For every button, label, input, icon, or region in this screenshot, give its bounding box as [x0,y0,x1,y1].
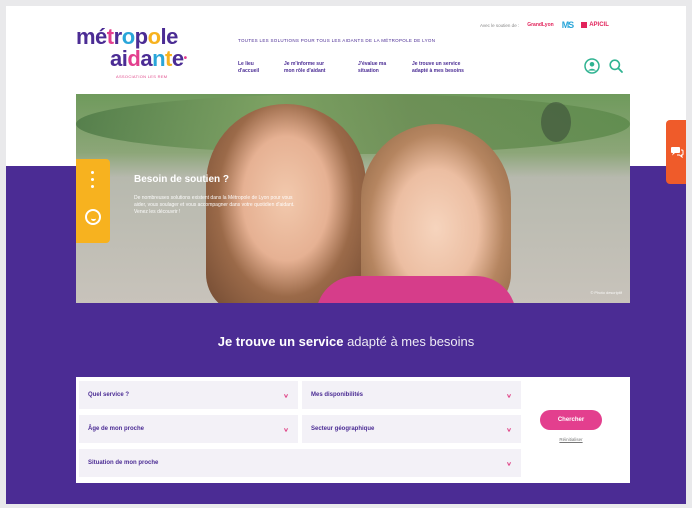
reset-link[interactable]: Réinitialiser [540,437,602,442]
relative-situation-select[interactable]: Situation de mon proche ∨ [78,448,522,478]
partners-bar: Avec le soutien de : GrandLyon MS APICIL [480,18,609,32]
nav-item-trouve-service[interactable]: Je trouve un service adapté à mes besoin… [412,61,464,75]
chevron-down-icon: ∨ [283,391,289,399]
browser-screen: métropole aidante• ASSOCIATION LES REM T… [6,6,686,504]
user-icon[interactable] [584,58,600,74]
site-tagline: TOUTES LES SOLUTIONS POUR TOUS LES AIDAN… [238,38,436,43]
search-icon[interactable] [608,58,624,74]
section-title-light: adapté à mes besoins [347,334,475,349]
site-logo[interactable]: métropole aidante• ASSOCIATION LES REM [76,24,187,80]
partners-label: Avec le soutien de : [480,22,520,28]
relative-situation-select-label: Situation de mon proche [88,460,159,466]
relative-age-select[interactable]: Âge de mon proche ∨ [78,414,299,444]
nav-item-role-aidant[interactable]: Je m'informe sur mon rôle d'aidant [284,61,336,75]
partner-logo-apicil[interactable]: APICIL [581,22,609,28]
header-icons [584,58,624,74]
chat-bubble-icon [671,147,684,158]
service-select-label: Quel service ? [88,392,130,398]
slider-dots-icon[interactable] [91,171,94,188]
nav-item-lieu-accueil[interactable]: Le lieu d'accueil [238,61,262,75]
geographic-sector-select[interactable]: Secteur géographique ∨ [301,414,522,444]
geographic-sector-select-label: Secteur géographique [311,426,375,432]
hero-photo-shirt [316,276,516,303]
main-nav: Le lieu d'accueil Je m'informe sur mon r… [238,61,464,75]
hero-text-block: Besoin de soutien ? De nombreuses soluti… [134,174,304,216]
service-search-form: Quel service ? ∨ Mes disponibilités ∨ Âg… [76,377,630,483]
hero-title: Besoin de soutien ? [134,174,230,185]
partner-logo-grandlyon[interactable]: GrandLyon [527,22,553,28]
relative-age-select-label: Âge de mon proche [88,426,145,432]
hero-description: De nombreuses solutions existent dans la… [134,195,295,215]
availability-select[interactable]: Mes disponibilités ∨ [301,380,522,410]
chevron-down-icon: ∨ [506,425,512,433]
hero-side-tab[interactable] [76,159,110,243]
nav-item-evalue-situation[interactable]: J'évalue ma situation [358,61,390,75]
section-title: Je trouve un service adapté à mes besoin… [6,334,686,349]
chat-tab[interactable] [666,120,686,184]
chevron-down-icon: ∨ [283,425,289,433]
logo-line1: métropole [76,24,178,49]
availability-select-label: Mes disponibilités [311,392,364,398]
hero-background-figure [541,102,571,142]
search-button[interactable]: Chercher [540,410,602,430]
chevron-down-icon: ∨ [506,391,512,399]
chevron-down-icon: ∨ [506,459,512,467]
logo-subtitle: ASSOCIATION LES REM [116,74,168,79]
service-select[interactable]: Quel service ? ∨ [78,380,299,410]
partner-logo-ms[interactable]: MS [562,20,574,30]
section-title-bold: Je trouve un service [217,334,344,349]
hero-banner: Besoin de soutien ? De nombreuses soluti… [76,94,630,303]
hero-photo-credit: © Photo descriptif [590,290,622,295]
logo-line2: aidante• [110,46,187,71]
smiley-icon [85,209,101,225]
